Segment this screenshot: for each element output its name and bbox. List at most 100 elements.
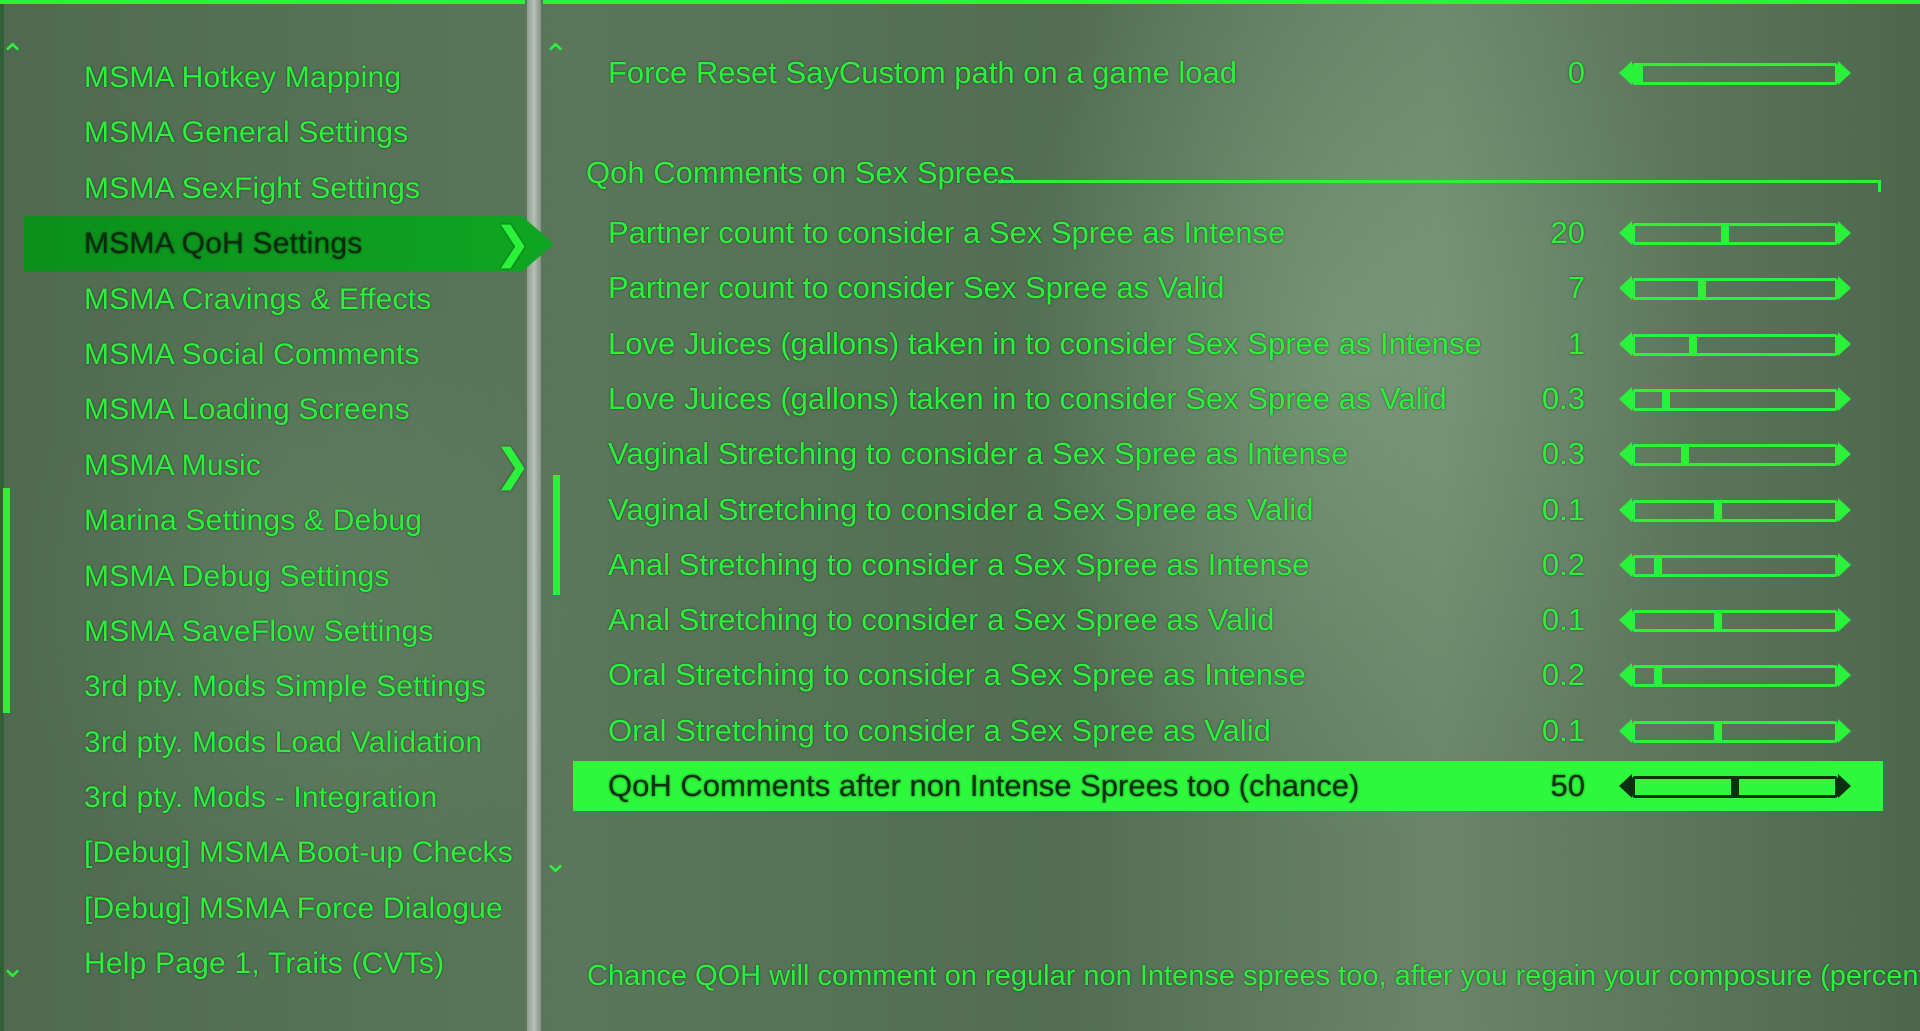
setting-row[interactable]: QoH Comments after non Intense Sprees to… — [573, 761, 1883, 811]
setting-slider[interactable] — [1619, 552, 1851, 578]
slider-track[interactable] — [1632, 388, 1838, 411]
slider-increase-icon[interactable] — [1838, 663, 1851, 688]
menu-item[interactable]: 3rd pty. Mods Simple Settings — [0, 659, 527, 714]
slider-decrease-icon[interactable] — [1619, 497, 1632, 522]
slider-increase-icon[interactable] — [1838, 221, 1851, 245]
slider-thumb[interactable] — [1635, 64, 1643, 84]
setting-label: Partner count to consider a Sex Spree as… — [608, 215, 1286, 250]
slider-track[interactable] — [1632, 720, 1838, 743]
setting-row-force-reset[interactable]: Force Reset SayCustom path on a game loa… — [573, 48, 1883, 98]
slider-thumb[interactable] — [1731, 777, 1739, 797]
slider-thumb[interactable] — [1681, 445, 1690, 466]
setting-row[interactable]: Love Juices (gallons) taken in to consid… — [573, 374, 1883, 424]
list-scroll-down-icon[interactable]: ⌄ — [543, 845, 568, 880]
setting-slider[interactable] — [1619, 386, 1851, 412]
menu-item[interactable]: 3rd pty. Mods Load Validation — [0, 715, 527, 770]
slider-increase-icon[interactable] — [1838, 386, 1851, 411]
slider-track[interactable] — [1632, 499, 1838, 522]
slider-thumb[interactable] — [1654, 666, 1663, 687]
slider-increase-icon[interactable] — [1838, 774, 1851, 798]
slider-track[interactable] — [1632, 223, 1838, 245]
slider-thumb[interactable] — [1713, 611, 1722, 632]
setting-slider[interactable] — [1619, 497, 1851, 523]
menu-item[interactable]: Marina Settings & Debug — [0, 493, 527, 548]
menu-item[interactable]: MSMA Hotkey Mapping — [0, 50, 527, 105]
setting-slider[interactable] — [1619, 607, 1851, 633]
slider-increase-icon[interactable] — [1838, 331, 1851, 356]
slider-increase-icon[interactable] — [1838, 718, 1851, 743]
menu-item[interactable]: MSMA Social Comments — [0, 327, 527, 382]
menu-item-label: [Debug] MSMA Boot-up Checks — [84, 836, 513, 870]
menu-item[interactable]: MSMA Loading Screens — [0, 382, 527, 437]
slider-thumb[interactable] — [1713, 500, 1722, 521]
setting-slider[interactable] — [1619, 718, 1851, 744]
setting-slider[interactable] — [1619, 662, 1851, 688]
slider-increase-icon[interactable] — [1838, 497, 1851, 522]
menu-item[interactable]: MSMA SexFight Settings — [0, 161, 527, 216]
setting-value: 0.1 — [1541, 602, 1585, 638]
setting-row[interactable]: Anal Stretching to consider a Sex Spree … — [573, 540, 1883, 590]
slider-track[interactable] — [1632, 776, 1838, 798]
menu-item[interactable]: MSMA Cravings & Effects — [0, 272, 527, 327]
menu-item-label: MSMA Debug Settings — [84, 559, 390, 593]
menu-item[interactable]: 3rd pty. Mods - Integration — [0, 770, 527, 825]
slider-track[interactable] — [1632, 665, 1838, 688]
slider-decrease-icon[interactable] — [1619, 386, 1632, 411]
slider-track[interactable] — [1632, 610, 1838, 633]
setting-row[interactable]: Love Juices (gallons) taken in to consid… — [573, 319, 1883, 369]
slider-thumb[interactable] — [1713, 721, 1722, 742]
setting-row[interactable]: Vaginal Stretching to consider a Sex Spr… — [573, 485, 1883, 535]
slider-decrease-icon[interactable] — [1619, 61, 1632, 85]
slider-decrease-icon[interactable] — [1619, 221, 1632, 245]
slider-track[interactable] — [1632, 444, 1838, 467]
slider-increase-icon[interactable] — [1838, 61, 1851, 85]
menu-item-label: MSMA Hotkey Mapping — [84, 61, 402, 94]
slider-decrease-icon[interactable] — [1619, 774, 1632, 798]
setting-row[interactable]: Partner count to consider Sex Spree as V… — [573, 263, 1883, 313]
slider-thumb[interactable] — [1721, 224, 1730, 244]
menu-item[interactable]: MSMA SaveFlow Settings — [0, 604, 527, 659]
slider-track[interactable] — [1632, 278, 1838, 301]
menu-item[interactable]: MSMA Debug Settings — [0, 549, 527, 604]
setting-value: 0.1 — [1541, 712, 1585, 748]
setting-label: Partner count to consider Sex Spree as V… — [608, 270, 1225, 306]
slider-increase-icon[interactable] — [1838, 442, 1851, 467]
menu-item[interactable]: [Debug] MSMA Force Dialogue — [0, 881, 527, 936]
setting-row[interactable]: Oral Stretching to consider a Sex Spree … — [573, 650, 1883, 700]
menu-item[interactable]: MSMA General Settings — [0, 105, 527, 160]
slider-decrease-icon[interactable] — [1619, 608, 1632, 633]
slider-track[interactable] — [1632, 554, 1838, 577]
slider-decrease-icon[interactable] — [1619, 718, 1632, 743]
list-scrollbar[interactable] — [553, 475, 560, 595]
slider-decrease-icon[interactable] — [1619, 276, 1632, 301]
menu-item-label: MSMA Music — [84, 448, 262, 482]
setting-slider[interactable] — [1619, 60, 1851, 86]
list-scroll-up-icon[interactable]: ⌃ — [543, 38, 568, 73]
slider-increase-icon[interactable] — [1838, 276, 1851, 301]
slider-decrease-icon[interactable] — [1619, 552, 1632, 577]
slider-thumb[interactable] — [1698, 279, 1707, 300]
slider-thumb[interactable] — [1661, 389, 1670, 410]
setting-row[interactable]: Anal Stretching to consider a Sex Spree … — [573, 595, 1883, 645]
setting-slider[interactable] — [1619, 220, 1851, 246]
setting-row[interactable]: Oral Stretching to consider a Sex Spree … — [573, 706, 1883, 756]
setting-slider[interactable] — [1619, 441, 1851, 467]
slider-track[interactable] — [1632, 63, 1838, 85]
slider-increase-icon[interactable] — [1838, 552, 1851, 577]
slider-thumb[interactable] — [1654, 555, 1663, 576]
menu-item[interactable]: MSMA QoH Settings — [24, 216, 554, 272]
setting-slider[interactable] — [1619, 275, 1851, 301]
slider-thumb[interactable] — [1688, 334, 1697, 355]
setting-slider[interactable] — [1619, 773, 1851, 799]
setting-row[interactable]: Vaginal Stretching to consider a Sex Spr… — [573, 429, 1883, 479]
slider-decrease-icon[interactable] — [1619, 663, 1632, 688]
setting-slider[interactable] — [1619, 331, 1851, 357]
setting-row[interactable]: Partner count to consider a Sex Spree as… — [573, 208, 1883, 258]
menu-item[interactable]: Help Page 1, Traits (CVTs) — [0, 936, 527, 991]
slider-decrease-icon[interactable] — [1619, 442, 1632, 467]
slider-increase-icon[interactable] — [1838, 608, 1851, 633]
menu-item[interactable]: MSMA Music — [0, 438, 527, 493]
slider-track[interactable] — [1632, 333, 1838, 356]
slider-decrease-icon[interactable] — [1619, 331, 1632, 356]
menu-item[interactable]: [Debug] MSMA Boot-up Checks — [0, 825, 527, 880]
